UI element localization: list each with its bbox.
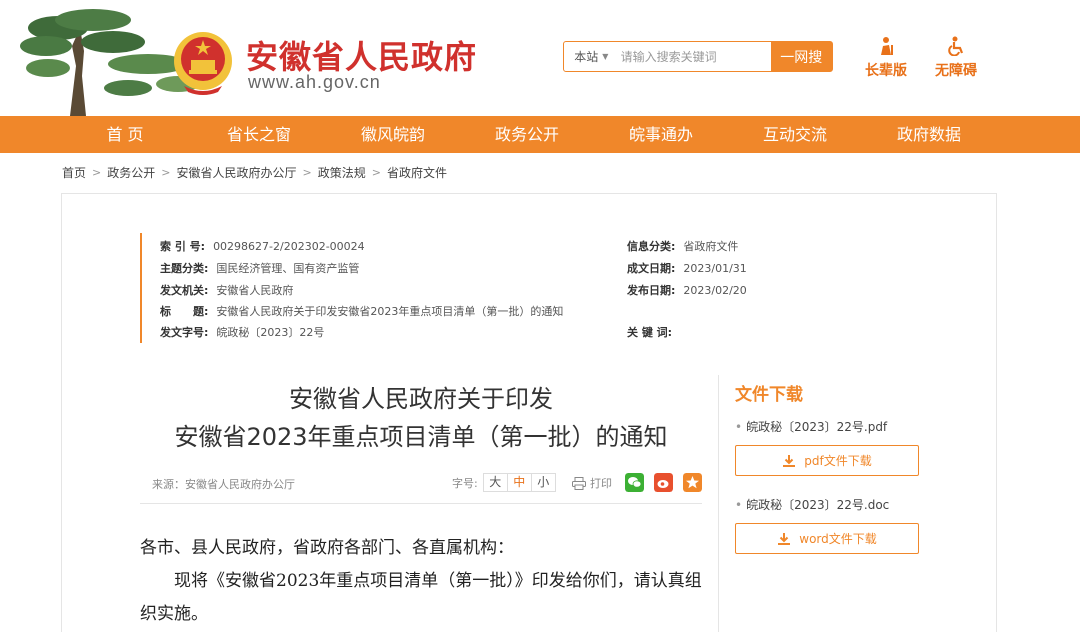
download-file-name: • 皖政秘〔2023〕22号.doc [735,496,889,513]
print-label: 打印 [590,477,612,490]
chevron-right-icon: > [161,166,171,179]
download-icon [783,454,796,467]
meta-title: 标 题: 安徽省人民政府关于印发安徽省2023年重点项目清单（第一批）的通知 [160,303,563,319]
meta-label: 成文日期: [627,262,676,275]
accessibility-label: 无障碍 [935,63,977,79]
word-download-button[interactable]: word文件下载 [735,523,919,554]
meta-value: 2023/01/31 [683,262,747,275]
meta-value: 安徽省人民政府 [216,284,294,297]
breadcrumb-item[interactable]: 省政府文件 [387,164,447,181]
elder-icon [881,37,893,55]
elder-mode-label: 长辈版 [865,63,907,79]
word-download-label: word文件下载 [799,532,877,546]
chevron-right-icon: > [371,166,381,179]
meta-label: 发文字号: [160,326,209,339]
nav-item-interaction[interactable]: 互动交流 [728,116,862,153]
download-icon [778,532,791,545]
print-button[interactable]: 打印 [572,475,612,491]
font-size-medium-button[interactable]: 中 [506,473,532,492]
chevron-right-icon: > [92,166,102,179]
meta-label: 关 键 词: [627,326,673,339]
document-meta: 索 引 号: 00298627-2/202302-00024 主题分类: 国民经济管… [140,233,780,343]
accessibility-button[interactable]: 无障碍 [926,36,986,80]
article-body: 各市、县人民政府，省政府各部门、各直属机构： 现将《安徽省2023年重点项目清单… [140,532,702,631]
meta-value: 皖政秘〔2023〕22号 [216,326,325,339]
nav-item-gov-affairs[interactable]: 政务公开 [460,116,594,153]
pdf-download-button[interactable]: pdf文件下载 [735,445,919,476]
meta-value: 国民经济管理、国有资产监管 [216,262,360,275]
nav-item-culture[interactable]: 徽风皖韵 [326,116,460,153]
meta-label: 标 题: [160,305,209,318]
nav-item-services[interactable]: 皖事通办 [594,116,728,153]
meta-value: 省政府文件 [683,240,739,253]
bullet-icon: • [735,420,743,434]
favorite-icon[interactable] [683,473,702,492]
pine-tree-logo [20,9,198,116]
article-toolbar: 来源：安徽省人民政府办公厅 字号: 大 中 小 打印 [140,468,702,504]
font-size-large-button[interactable]: 大 [482,473,508,492]
meta-doc-no: 发文字号: 皖政秘〔2023〕22号 [160,324,324,340]
meta-label: 主题分类: [160,262,209,275]
meta-value: 00298627-2/202302-00024 [213,240,365,253]
printer-icon [572,476,586,490]
article-paragraph: 现将《安徽省2023年重点项目清单（第一批）》印发给你们，请认真组织实施。 [140,571,702,624]
search-box: 本站 ▼ 一网搜 [563,41,833,72]
meta-issuer: 发文机关: 安徽省人民政府 [160,282,293,298]
meta-label: 索 引 号: [160,240,206,253]
article-title-line1: 安徽省人民政府关于印发 [289,385,553,413]
meta-publish-date: 发布日期: 2023/02/20 [627,282,747,298]
breadcrumb-item[interactable]: 政策法规 [318,164,366,181]
meta-topic: 主题分类: 国民经济管理、国有资产监管 [160,260,359,276]
site-header: 安徽省人民政府 www.ah.gov.cn 本站 ▼ 一网搜 长辈版 无障碍 [0,0,1080,116]
elder-mode-button[interactable]: 长辈版 [856,36,916,80]
main-nav: 首 页 省长之窗 徽风皖韵 政务公开 皖事通办 互动交流 政府数据 [0,116,1080,153]
meta-value: 安徽省人民政府关于印发安徽省2023年重点项目清单（第一批）的通知 [216,305,564,318]
font-size-small-button[interactable]: 小 [530,473,556,492]
search-button[interactable]: 一网搜 [770,42,832,71]
download-title: 文件下载 [735,385,803,405]
meta-info-category: 信息分类: 省政府文件 [627,238,738,254]
accessibility-icon [948,36,964,56]
article-salutation: 各市、县人民政府，省政府各部门、各直属机构： [140,538,514,558]
weibo-icon[interactable] [654,473,673,492]
site-url: www.ah.gov.cn [248,72,381,92]
file-name-text: 皖政秘〔2023〕22号.doc [746,498,890,512]
breadcrumb-item[interactable]: 首页 [62,164,86,181]
meta-keywords: 关 键 词: [627,324,680,340]
search-scope-label: 本站 [574,50,599,64]
nav-item-gov-data[interactable]: 政府数据 [862,116,996,153]
chevron-right-icon: > [302,166,312,179]
article-title-line2: 安徽省2023年重点项目清单（第一批）的通知 [174,423,668,451]
meta-written-date: 成文日期: 2023/01/31 [627,260,747,276]
chevron-down-icon: ▼ [602,52,609,61]
file-name-text: 皖政秘〔2023〕22号.pdf [746,420,888,434]
breadcrumb-item[interactable]: 安徽省人民政府办公厅 [176,164,296,181]
nav-item-home[interactable]: 首 页 [58,116,192,153]
national-emblem-icon [174,32,232,95]
meta-label: 信息分类: [627,240,676,253]
meta-label: 发布日期: [627,284,676,297]
meta-label: 发文机关: [160,284,209,297]
bullet-icon: • [735,498,743,512]
font-size-control: 字号: 大 中 小 [452,473,556,492]
font-size-label: 字号: [452,476,478,490]
nav-item-governor[interactable]: 省长之窗 [192,116,326,153]
download-file-name: • 皖政秘〔2023〕22号.pdf [735,418,887,435]
article-title: 安徽省人民政府关于印发 安徽省2023年重点项目清单（第一批）的通知 [140,380,702,456]
pdf-download-label: pdf文件下载 [804,454,872,468]
search-input[interactable] [618,42,771,71]
meta-value: 2023/02/20 [683,284,747,297]
wechat-icon[interactable] [625,473,644,492]
meta-index-no: 索 引 号: 00298627-2/202302-00024 [160,238,365,254]
article-source: 来源：安徽省人民政府办公厅 [152,478,295,491]
breadcrumb-item[interactable]: 政务公开 [107,164,155,181]
search-scope-select[interactable]: 本站 ▼ [564,42,619,71]
breadcrumb: 首页 > 政务公开 > 安徽省人民政府办公厅 > 政策法规 > 省政府文件 [62,164,447,181]
download-panel: 文件下载 • 皖政秘〔2023〕22号.pdf pdf文件下载 • 皖政秘〔2023… [718,375,919,632]
